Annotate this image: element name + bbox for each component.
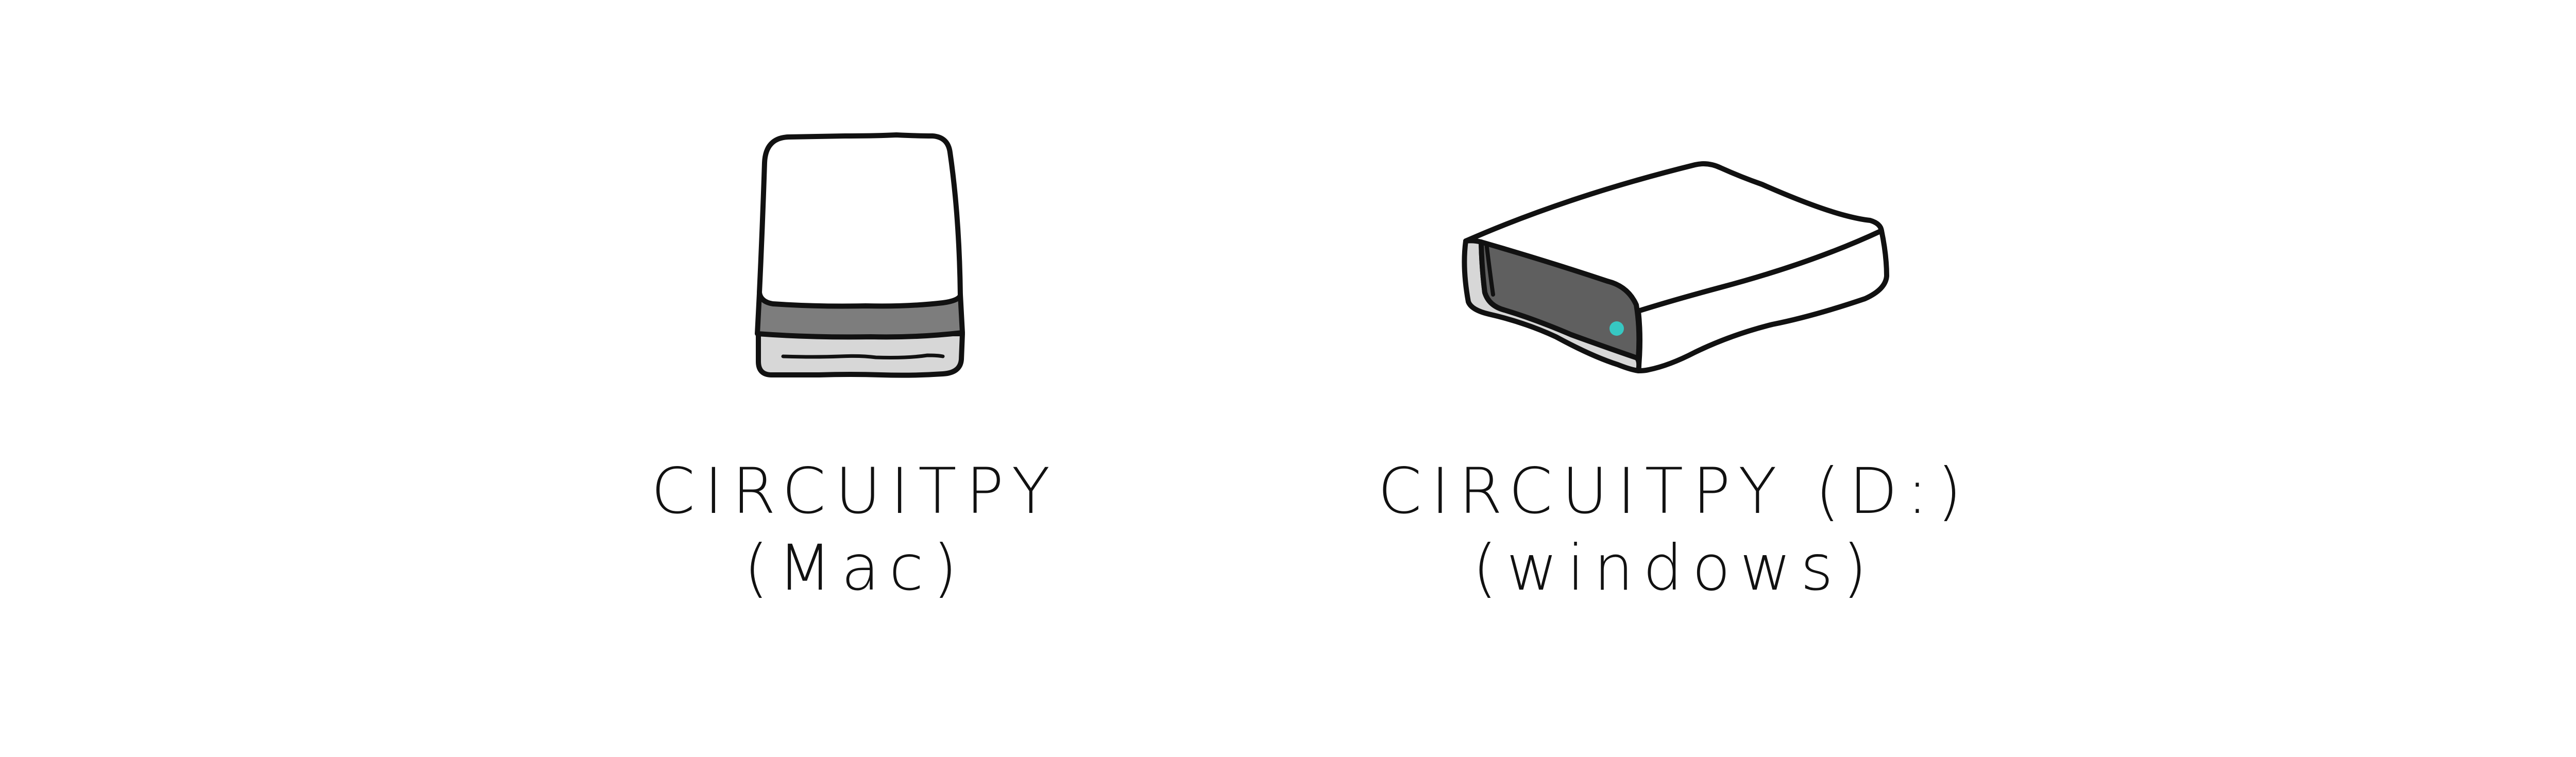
- mac-drive-body: [757, 132, 963, 309]
- status-light-icon: [1609, 321, 1624, 336]
- windows-drive-name: CIRCUITPY (D:): [1378, 455, 1971, 528]
- mac-drive-platform: (Mac): [743, 531, 967, 605]
- windows-drive-drawing: [1462, 161, 1889, 373]
- mac-drive-slot: [781, 353, 945, 359]
- windows-drive-icon: [1462, 161, 1889, 373]
- mac-drive-name: CIRCUITPY: [651, 455, 1060, 528]
- mac-drive-icon: [755, 132, 965, 378]
- mac-drive-drawing: [755, 132, 965, 378]
- windows-drive-platform: (windows): [1472, 531, 1876, 605]
- diagram-canvas: CIRCUITPY (Mac) CIRCUITPY (D:) (windows): [0, 0, 2576, 757]
- windows-drive-label: CIRCUITPY (D:) (windows): [1340, 453, 2009, 607]
- mac-drive-label: CIRCUITPY (Mac): [608, 453, 1103, 607]
